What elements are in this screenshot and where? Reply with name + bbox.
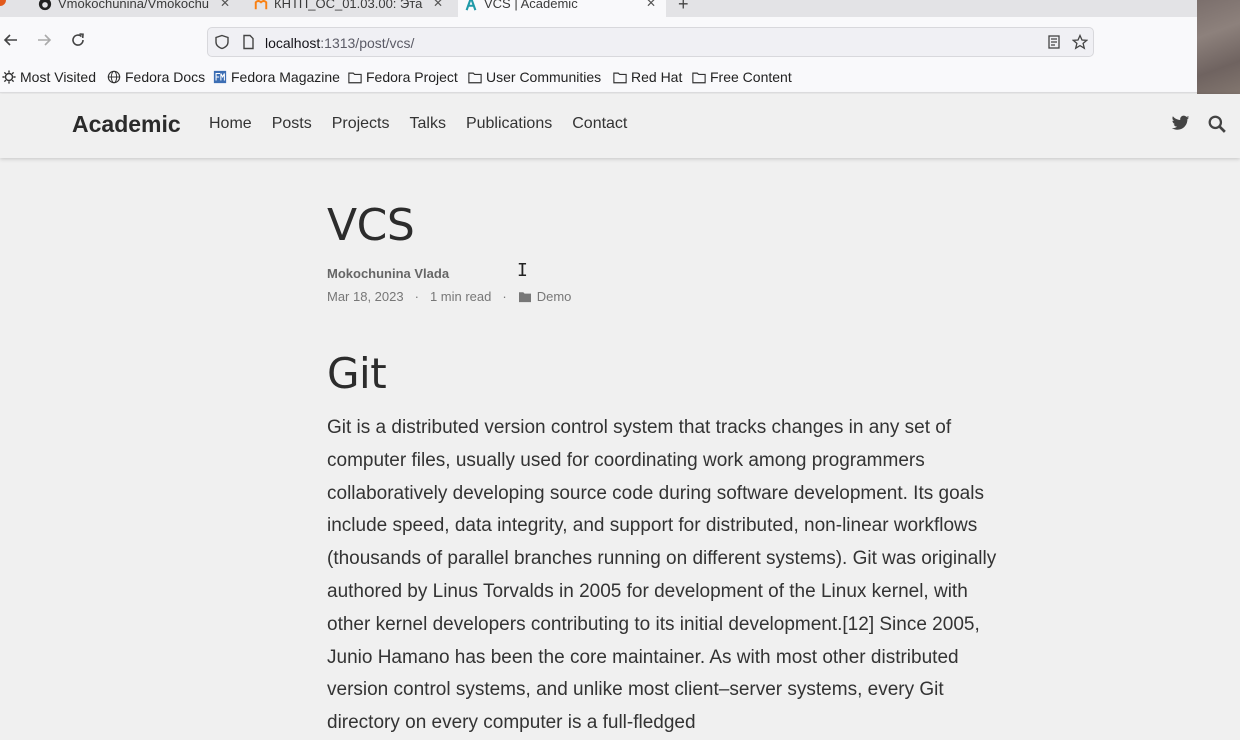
close-icon[interactable]: ✕	[646, 0, 656, 10]
site-header: Academic Home Posts Projects Talks Publi…	[0, 94, 1240, 158]
gear-icon	[2, 70, 16, 84]
article-paragraph: Git is a distributed version control sys…	[327, 417, 997, 734]
article-meta: Mar 18, 2023 · 1 min read · Demo	[327, 289, 571, 304]
menu-item-publications[interactable]: Publications	[466, 115, 552, 133]
menu-item-projects[interactable]: Projects	[332, 115, 390, 133]
new-tab-button[interactable]: +	[678, 0, 689, 15]
page-title: VCS	[327, 200, 415, 251]
folder-icon	[692, 72, 706, 83]
reader-view-icon[interactable]	[1046, 34, 1062, 50]
bookmark-label: Red Hat	[631, 69, 683, 85]
shield-icon[interactable]	[214, 34, 230, 50]
search-icon[interactable]	[1208, 115, 1226, 133]
reload-icon	[72, 33, 84, 46]
bookmark-label: Fedora Project	[366, 69, 458, 85]
tab-label: КНТП_ОС_01.03.00: Эта	[274, 0, 423, 11]
address-bar[interactable]: localhost:1313/post/vcs/	[207, 27, 1094, 57]
author-name[interactable]: Mokochunina Vlada	[327, 266, 449, 281]
navigation-toolbar: localhost:1313/post/vcs/	[0, 17, 1197, 66]
arrow-left-icon	[3, 34, 17, 46]
folder-icon	[518, 291, 531, 302]
bookmark-label: Fedora Magazine	[231, 69, 340, 85]
tab-strip: Vmokochunina/Vmokochu ✕ КНТП_ОС_01.03.00…	[0, 0, 1197, 17]
url-path: :1313/post/vcs/	[320, 35, 415, 51]
folder-icon	[348, 72, 362, 83]
section-heading: Git	[327, 349, 387, 398]
tab-github[interactable]: Vmokochunina/Vmokochu ✕	[0, 0, 240, 17]
bookmark-red-hat[interactable]: Red Hat	[613, 69, 682, 85]
bookmark-fedora-docs[interactable]: Fedora Docs	[107, 69, 205, 85]
reload-button[interactable]	[67, 29, 89, 51]
bookmark-free-content[interactable]: Free Content	[692, 69, 792, 85]
menu-item-contact[interactable]: Contact	[572, 115, 627, 133]
bookmark-label: Most Visited	[20, 69, 96, 85]
firefox-icon	[0, 0, 6, 6]
bookmark-label: Free Content	[710, 69, 792, 85]
fedora-magazine-icon	[213, 70, 227, 84]
tab-moodle[interactable]: КНТП_ОС_01.03.00: Эта ✕	[248, 0, 453, 17]
globe-icon	[107, 70, 121, 84]
moodle-icon	[254, 0, 268, 9]
star-icon[interactable]	[1072, 34, 1088, 50]
desktop-background	[1197, 0, 1240, 94]
page-icon[interactable]	[240, 34, 256, 50]
folder-icon	[468, 72, 482, 83]
menu-item-talks[interactable]: Talks	[410, 115, 446, 133]
main-menu: Home Posts Projects Talks Publications C…	[209, 115, 647, 133]
publish-date: Mar 18, 2023	[327, 289, 404, 304]
tab-label: Vmokochunina/Vmokochu	[58, 0, 210, 11]
bookmark-fedora-project[interactable]: Fedora Project	[348, 69, 458, 85]
bookmark-most-visited[interactable]: Most Visited	[2, 69, 96, 85]
article: VCS Mokochunina Vlada Mar 18, 2023 · 1 m…	[327, 200, 1007, 733]
bookmark-user-communities[interactable]: User Communities	[468, 69, 601, 85]
url-text[interactable]: localhost:1313/post/vcs/	[265, 35, 414, 51]
category-link[interactable]: Demo	[537, 289, 572, 304]
bookmark-fedora-magazine[interactable]: Fedora Magazine	[213, 69, 340, 85]
github-icon	[38, 0, 52, 10]
tab-label: VCS | Academic	[484, 0, 578, 11]
academic-icon	[465, 0, 477, 10]
bookmark-label: Fedora Docs	[125, 69, 206, 85]
bookmark-label: User Communities	[486, 69, 602, 85]
read-time: 1 min read	[429, 289, 492, 304]
menu-item-home[interactable]: Home	[209, 115, 252, 133]
arrow-right-icon	[38, 34, 52, 46]
bookmarks-toolbar: Most Visited Fedora Docs Fedora Magazine…	[0, 66, 1197, 93]
meta-separator: ·	[414, 289, 419, 304]
twitter-icon[interactable]	[1171, 115, 1190, 132]
close-icon[interactable]: ✕	[220, 0, 230, 10]
close-icon[interactable]: ✕	[433, 0, 443, 10]
tab-academic[interactable]: VCS | Academic ✕	[458, 0, 666, 17]
text-cursor-icon: I	[517, 260, 528, 281]
forward-button[interactable]	[33, 29, 55, 51]
meta-separator: ·	[502, 289, 507, 304]
menu-item-posts[interactable]: Posts	[272, 115, 312, 133]
back-button[interactable]	[0, 29, 22, 51]
site-brand[interactable]: Academic	[72, 111, 181, 138]
folder-icon	[613, 72, 627, 83]
url-host: localhost	[265, 35, 321, 51]
